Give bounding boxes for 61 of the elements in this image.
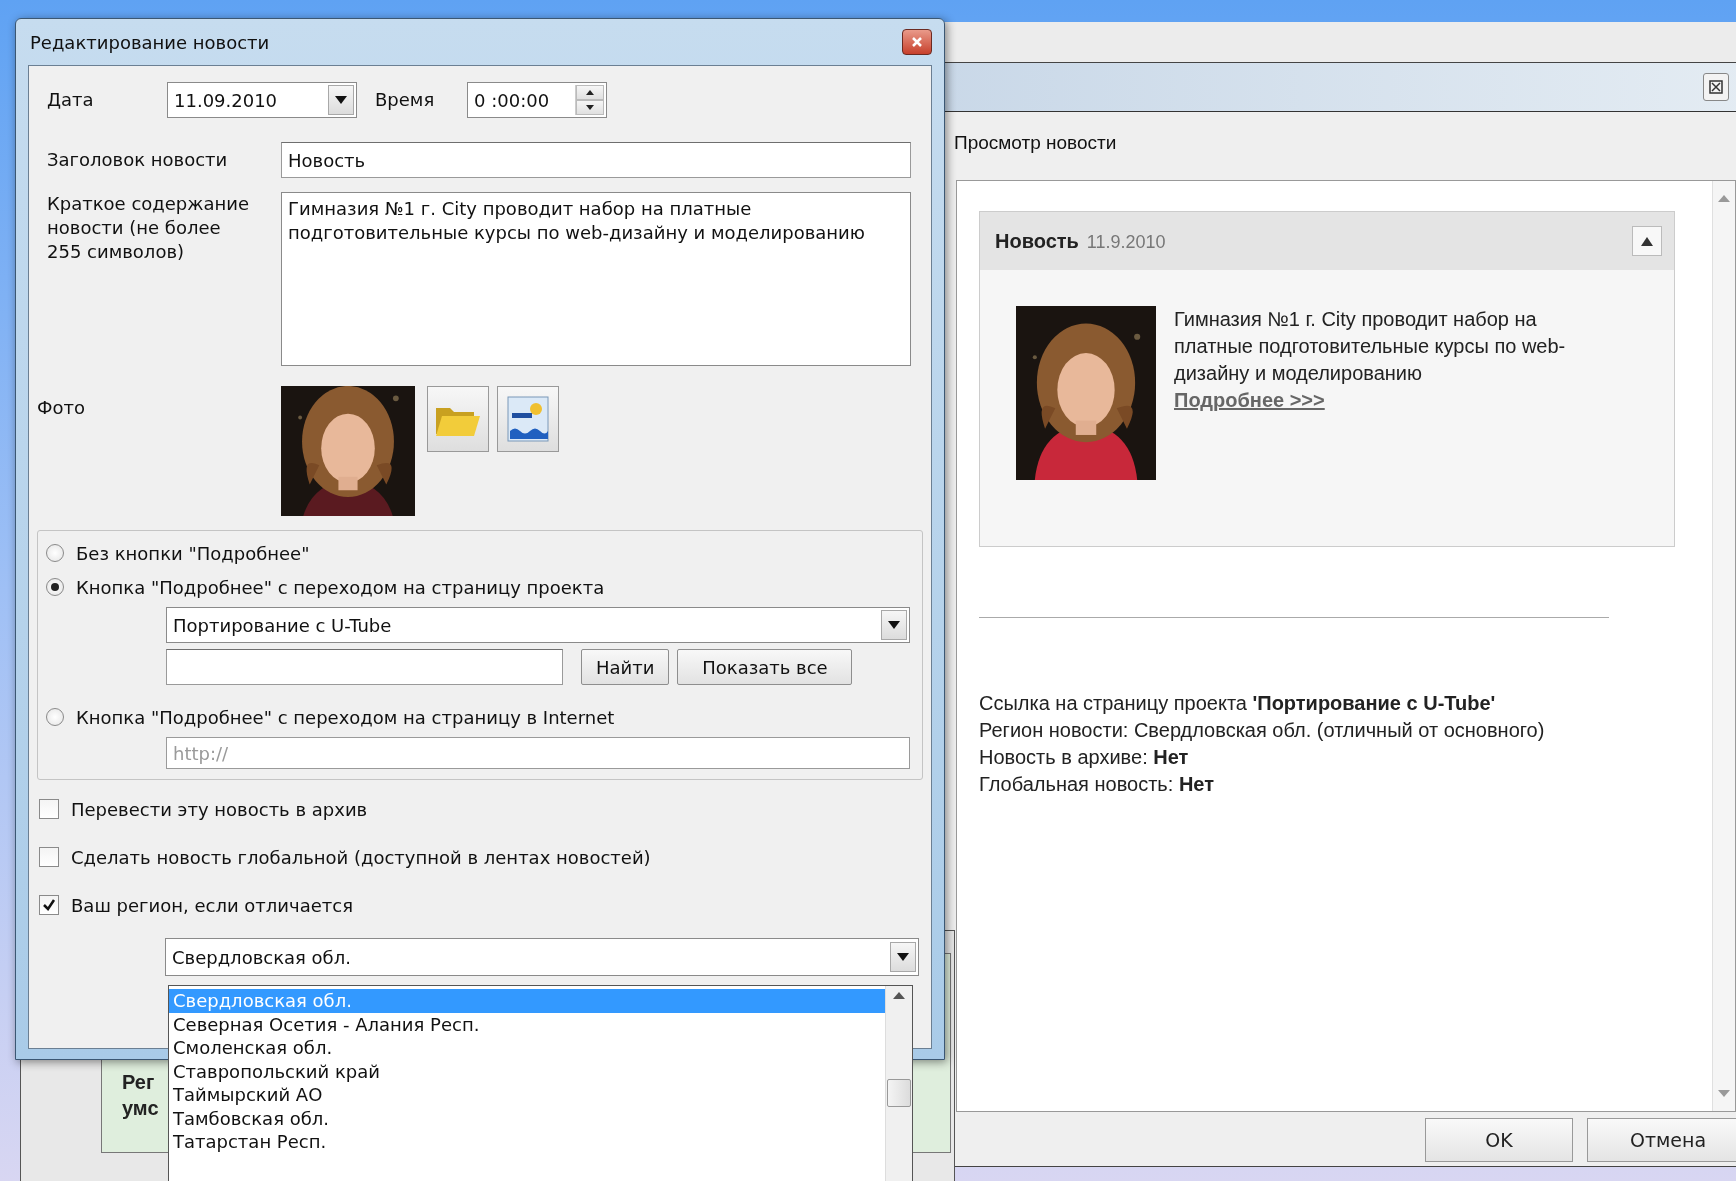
summary-label: Краткое содержание новости (не более 255 символов) [47,192,251,264]
info-line: Регион новости: Свердловская обл. (отличный от основного) [979,718,1546,743]
region-option[interactable]: Татарстан Респ. [169,1130,885,1154]
region-dropdown[interactable]: Свердловская обл. [165,938,919,976]
triangle-icon [1641,236,1653,246]
time-spinner[interactable]: 0 :00:00 [467,82,607,118]
search-field[interactable] [166,649,563,685]
section-title: Просмотр новости [953,131,1118,155]
close-icon [911,36,923,48]
news-title: Новость 11.9.2010 [995,229,1166,253]
radio-option[interactable]: Без кнопки "Подробнее" [38,539,922,567]
checkbox-option[interactable]: Перевести эту новость в архив [29,794,931,824]
image-button[interactable] [497,386,559,452]
info-line: Ссылка на страницу проекта 'Портирование с U-Tube' [979,691,1497,716]
checkbox[interactable] [39,799,59,819]
spin-arrows-icon[interactable] [575,85,604,115]
region-label: умс [122,1096,159,1121]
checkbox-option[interactable]: Ваш регион, если отличается [29,890,931,920]
checkbox[interactable] [39,847,59,867]
radio-option[interactable]: Кнопка "Подробнее" с переходом на страницу проекта [38,573,922,601]
url-field[interactable]: http:// [166,737,910,769]
checkbox-option[interactable]: Сделать новость глобальной (доступной в лентах новостей) [29,842,931,872]
date-picker[interactable]: 11.09.2010 [167,82,357,118]
region-option[interactable]: Ставропольский край [169,1059,885,1083]
collapse-button[interactable] [1632,226,1662,256]
scroll-up-icon[interactable] [893,992,905,999]
cancel-button[interactable]: Отмена [1587,1118,1736,1162]
close-button[interactable] [1703,73,1729,101]
region-label: Рег [122,1070,156,1095]
date-label: Дата [47,88,95,112]
info-line: Новость в архиве: Нет [979,745,1190,770]
summary-field[interactable]: Гимназия №1 г. City проводит набор на платные подготовительные курсы по web-дизайну и моделированию [281,192,911,366]
close-icon [1709,80,1723,94]
close-button[interactable] [902,29,932,55]
scroll-thumb[interactable] [887,1079,911,1107]
radio-button[interactable] [46,708,64,726]
region-option[interactable]: Северная Осетия - Алания Респ. [169,1012,885,1036]
image-icon [506,395,550,443]
open-file-button[interactable] [427,386,489,452]
headline-label: Заголовок новости [47,148,229,172]
scroll-down-icon[interactable] [1718,1090,1730,1097]
radio-button[interactable] [46,544,64,562]
headline-field[interactable]: Новость [281,142,911,178]
region-option[interactable]: Таймырский АО [169,1083,885,1107]
scrollbar[interactable] [1712,181,1735,1111]
region-option[interactable]: Смоленская обл. [169,1036,885,1060]
show-all-button[interactable]: Показать все [677,649,853,685]
region-option[interactable]: Тамбовская обл. [169,1106,885,1130]
news-text: Гимназия №1 г. City проводит набор на платные подготовительные курсы по web-дизайну и моделированию [1174,307,1567,386]
find-button[interactable]: Найти [581,649,670,685]
photo-label: Фото [37,396,86,420]
window-title: Редактирование новости [30,31,270,53]
checkbox[interactable] [39,895,59,915]
more-link[interactable]: Подробнее >>> [1174,387,1325,414]
radio-button[interactable] [46,578,64,596]
radio-option[interactable]: Кнопка "Подробнее" с переходом на страницу в Internet [38,703,922,731]
scrollbar[interactable] [885,986,912,1181]
project-dropdown[interactable]: Портирование с U-Tube [166,607,910,643]
time-label: Время [374,88,436,112]
ok-button[interactable]: OK [1425,1118,1573,1162]
info-line: Глобальная новость: Нет [979,772,1215,797]
